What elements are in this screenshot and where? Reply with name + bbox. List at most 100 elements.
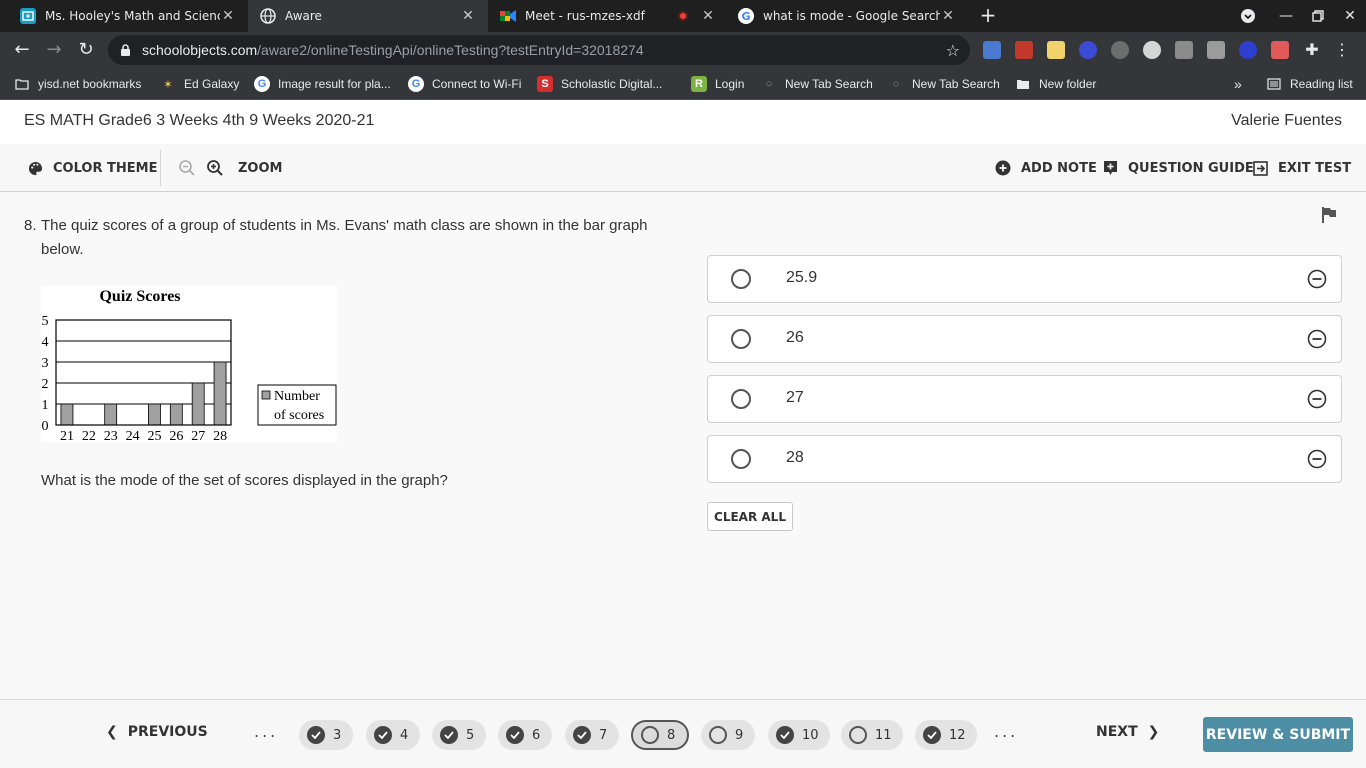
reading-list[interactable]: Reading list [1266,68,1353,100]
bookmark-wifi[interactable]: G Connect to Wi-Fi [408,68,521,100]
bookmark-new-tab-search-2[interactable]: ○ New Tab Search [888,68,1000,100]
bookmark-new-tab-search-1[interactable]: ○ New Tab Search [761,68,873,100]
eliminate-option-icon[interactable] [1307,269,1327,293]
bar-26 [169,403,183,426]
unanswered-circle-icon [709,726,727,744]
add-note-button[interactable]: ADD NOTE [995,144,1097,192]
radio-button[interactable] [731,389,751,409]
x-tick-label: 27 [191,429,205,442]
review-submit-button[interactable]: REVIEW & SUBMIT [1203,717,1353,752]
y-tick-label: 2 [42,377,49,392]
question-navigation: ❮ PREVIOUS ... 3 4 5 6 7 8 9 10 11 12 ... [0,699,1366,768]
close-tab-icon[interactable]: ✕ [460,8,476,24]
target-extension-icon[interactable] [1143,41,1161,59]
bookmark-new-folder[interactable]: New folder [1015,68,1096,100]
browser-menu-icon[interactable]: ⋮ [1330,38,1354,62]
new-tab-button[interactable]: + [977,4,999,26]
bookmark-label: Login [715,77,745,91]
tab-meet[interactable]: Meet - rus-mzes-xdf ✕ [488,0,728,32]
minimize-icon[interactable]: — [1270,0,1302,32]
exit-icon [1253,160,1268,176]
image-extension-icon[interactable] [1047,41,1065,59]
back-icon[interactable]: ← [10,38,34,62]
radio-button[interactable] [731,329,751,349]
zoom-out-button[interactable] [178,144,206,192]
reading-list-label: Reading list [1290,77,1353,91]
bookmark-label: New folder [1039,77,1097,91]
previous-button[interactable]: ❮ PREVIOUS [106,724,208,740]
question-nav-6[interactable]: 6 [498,720,552,750]
grid-extension-icon[interactable] [1207,41,1225,59]
book-extension-icon[interactable] [1015,41,1033,59]
tab-ms-hooley[interactable]: Ms. Hooley's Math and Science F ✕ [0,0,248,32]
answer-option-4[interactable]: 28 [707,435,1342,483]
question-nav-7[interactable]: 7 [565,720,619,750]
chat-extension-icon[interactable] [1111,41,1129,59]
question-guide-button[interactable]: QUESTION GUIDE [1103,144,1254,192]
forward-icon[interactable]: → [42,38,66,62]
flag-question-icon[interactable] [1320,206,1338,228]
x-tick-label: 25 [147,429,161,442]
tab-google-search[interactable]: G what is mode - Google Search ✕ [728,0,968,32]
close-tab-icon[interactable]: ✕ [220,8,236,24]
tab-aware[interactable]: Aware ✕ [248,0,488,32]
question-nav-5[interactable]: 5 [432,720,486,750]
eliminate-option-icon[interactable] [1307,389,1327,413]
answer-option-2[interactable]: 26 [707,315,1342,363]
question-number-label: 11 [875,727,892,743]
test-title: ES MATH Grade6 3 Weeks 4th 9 Weeks 2020-… [24,112,375,129]
bookmark-label: Ed Galaxy [184,77,240,91]
bar-28 [213,361,227,426]
bookmark-image-result[interactable]: G Image result for pla... [254,68,391,100]
more-questions-after[interactable]: ... [994,722,1018,741]
y-tick-label: 5 [42,314,49,329]
more-questions-before[interactable]: ... [254,722,278,741]
address-bar[interactable]: schoolobjects.com /aware2/onlineTestingA… [108,35,970,65]
eliminate-option-icon[interactable] [1307,449,1327,473]
test-toolbar: COLOR THEME ZOOM ADD NOTE QUESTION GUIDE… [0,144,1366,192]
question-nav-9[interactable]: 9 [701,720,755,750]
question-nav-11[interactable]: 11 [841,720,903,750]
close-tab-icon[interactable]: ✕ [940,8,956,24]
k-extension-icon[interactable] [1175,41,1193,59]
extensions-puzzle-icon[interactable]: ✚ [1300,38,1324,62]
reload-icon[interactable]: ↻ [74,38,98,62]
zoom-button[interactable]: ZOOM [206,144,282,192]
chevron-right-icon: ❯ [1147,724,1160,740]
toolbar-divider [160,150,161,186]
answer-option-3[interactable]: 27 [707,375,1342,423]
close-tab-icon[interactable]: ✕ [700,8,716,24]
search-icon: ○ [765,78,773,90]
question-nav-10[interactable]: 10 [768,720,830,750]
bookmark-yisd[interactable]: yisd.net bookmarks [14,68,141,100]
url-host: schoolobjects.com [142,42,258,58]
c-extension-icon[interactable] [1079,41,1097,59]
radio-button[interactable] [731,449,751,469]
question-nav-12[interactable]: 12 [915,720,977,750]
google-translate-extension-icon[interactable] [983,41,1001,59]
tab-search-icon[interactable] [1232,0,1264,32]
close-window-icon[interactable]: ✕ [1334,0,1366,32]
restore-icon[interactable] [1302,0,1334,32]
bookmark-scholastic[interactable]: S Scholastic Digital... [537,68,662,100]
bookmark-star-icon[interactable]: ☆ [946,41,960,60]
question-nav-8-current[interactable]: 8 [631,720,689,750]
exit-test-button[interactable]: EXIT TEST [1253,144,1351,192]
clear-all-button[interactable]: CLEAR ALL [707,502,793,531]
url-path: /aware2/onlineTestingApi/onlineTesting?t… [257,42,644,58]
color-theme-button[interactable]: COLOR THEME [28,144,157,192]
eliminate-option-icon[interactable] [1307,329,1327,353]
c-extension-icon-2[interactable] [1239,41,1257,59]
bookmark-login[interactable]: R Login [691,68,744,100]
bookmark-ed-galaxy[interactable]: ✶ Ed Galaxy [160,68,239,100]
radio-button[interactable] [731,269,751,289]
bookmarks-overflow[interactable]: » [1234,68,1242,100]
question-nav-4[interactable]: 4 [366,720,420,750]
question-nav-3[interactable]: 3 [299,720,353,750]
google-icon: G [408,76,424,92]
answer-option-1[interactable]: 25.9 [707,255,1342,303]
reading-list-icon [1266,76,1282,92]
record-extension-icon[interactable] [1271,41,1289,59]
next-button[interactable]: NEXT ❯ [1096,724,1159,740]
bookmark-label: New Tab Search [785,77,873,91]
